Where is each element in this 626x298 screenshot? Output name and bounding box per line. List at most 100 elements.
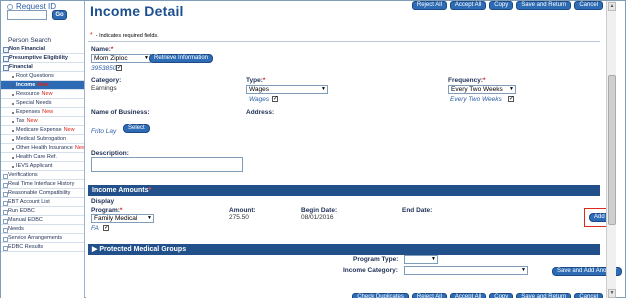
income-category-select[interactable]: ▼: [404, 266, 528, 275]
sidebar-item-label: EDBC Results: [8, 244, 44, 250]
protected-medical-groups-header[interactable]: ▶ Protected Medical Groups: [88, 244, 600, 255]
business-label: Name of Business:: [91, 109, 150, 116]
bottom-toolbar: Check Duplicates Reject All Accept All Copy…: [352, 293, 603, 298]
chevron-down-icon: ▼: [520, 267, 527, 274]
type-checkbox[interactable]: ✓: [272, 96, 278, 102]
sidebar-item-needs[interactable]: Needs: [1, 225, 84, 234]
sidebar-item-verifications[interactable]: Verifications: [1, 171, 84, 180]
scroll-down-icon[interactable]: ▼: [608, 289, 616, 298]
chevron-down-icon: ▼: [430, 256, 437, 263]
cancel-button[interactable]: Cancel: [574, 293, 603, 298]
description-textarea[interactable]: [91, 157, 243, 172]
sidebar-item-medical-subrogation[interactable]: Medical Subrogation: [1, 135, 84, 144]
sidebar-item-label: Service Arrangements: [8, 235, 63, 241]
sidebar-item-manual-edbc[interactable]: Manual EDBC: [1, 216, 84, 225]
category-label: Category:: [91, 77, 122, 84]
program-select[interactable]: Family Medical ▼: [91, 214, 154, 223]
reject-all-button[interactable]: Reject All: [411, 293, 447, 298]
income-category-label: Income Category:: [343, 267, 398, 274]
copy-button[interactable]: Copy: [489, 1, 514, 10]
sidebar-item-label: Root Questions: [16, 73, 54, 79]
sidebar-item-other-health-insurance[interactable]: Other Health Insurance New: [1, 144, 85, 153]
sidebar-item-non-financial[interactable]: Non Financial: [1, 45, 84, 54]
left-sidebar: Request ID Go Person Search Non Financia…: [1, 1, 85, 298]
retrieve-information-button[interactable]: Retrieve Information: [149, 54, 214, 63]
sidebar-item-label: Resource: [16, 91, 40, 97]
sidebar-item-label: IEVS Applicant: [16, 163, 53, 169]
sidebar-item-label: Special Needs: [16, 100, 52, 106]
accept-all-button[interactable]: Accept All: [449, 293, 487, 298]
sidebar-item-label: Verifications: [8, 172, 38, 178]
description-label: Description:: [91, 150, 129, 157]
name-select[interactable]: Mom Ziploc ▼: [91, 54, 151, 63]
sidebar-item-label: Reasonable Compatibility: [8, 190, 71, 196]
save-and-return-button[interactable]: Save and Return: [516, 293, 572, 298]
sidebar-item-income[interactable]: Income New: [1, 81, 84, 90]
amount-label: Amount:: [229, 207, 256, 214]
frequency-label: Frequency:*: [448, 77, 486, 84]
page-title: Income Detail: [90, 3, 184, 19]
program-checkbox[interactable]: ✓: [103, 225, 109, 231]
sidebar-item-special-needs[interactable]: Special Needs: [1, 99, 84, 108]
sidebar-item-label: Medical Subrogation: [16, 136, 67, 142]
sidebar-item-label: Income: [16, 82, 36, 88]
type-sub-value: Wages: [249, 96, 270, 103]
sidebar-item-medicare-expense[interactable]: Medicare Expense New: [1, 126, 84, 135]
sidebar-item-ievs-applicant[interactable]: IEVS Applicant: [1, 162, 84, 171]
sidebar-item-label: Tax: [16, 118, 25, 124]
radio-icon[interactable]: [7, 3, 13, 10]
scroll-up-icon[interactable]: ▲: [608, 2, 616, 11]
new-badge: New: [37, 82, 49, 88]
save-and-return-button[interactable]: Save and Return: [516, 1, 572, 10]
program-type-select[interactable]: ▼: [404, 255, 438, 264]
required-note: * - Indicates required fields.: [90, 32, 159, 39]
scroll-thumb[interactable]: [608, 75, 616, 225]
sidebar-item-reasonable-compatibility[interactable]: Reasonable Compatibility: [1, 189, 84, 198]
new-badge: New: [42, 109, 54, 115]
sidebar-item-run-edbc[interactable]: Run EDBC: [1, 207, 84, 216]
begin-date-value: 08/01/2016: [301, 214, 334, 221]
sidebar-nav: Non Financial Presumptive Eligibility Fina…: [1, 45, 85, 252]
sidebar-item-label: Non Financial: [9, 46, 46, 52]
expand-icon[interactable]: ▶: [92, 246, 97, 253]
sidebar-item-root-questions[interactable]: Root Questions: [1, 72, 84, 81]
sidebar-item-presumptive-eligibility[interactable]: Presumptive Eligibility: [1, 54, 84, 63]
sidebar-item-real-time-interface-history[interactable]: Real Time Interface History: [1, 180, 84, 189]
top-toolbar: Reject All Accept All Copy Save and Return C…: [411, 1, 603, 10]
sidebar-item-edbc-results[interactable]: EDBC Results: [1, 243, 84, 252]
type-label: Type:*: [246, 77, 266, 84]
go-button[interactable]: Go: [52, 10, 67, 20]
new-badge: New: [74, 145, 85, 151]
sidebar-item-expenses[interactable]: Expenses New: [1, 108, 84, 117]
copy-button[interactable]: Copy: [489, 293, 514, 298]
sidebar-item-label: EBT Account List: [8, 199, 50, 205]
check-duplicates-button[interactable]: Check Duplicates: [352, 293, 409, 298]
request-id-input[interactable]: [7, 10, 47, 20]
new-badge: New: [41, 91, 53, 97]
sidebar-item-health-care-ref[interactable]: Health Care Ref.: [1, 153, 84, 162]
sidebar-item-ebt-account-list[interactable]: EBT Account List: [1, 198, 84, 207]
select-business-button[interactable]: Select: [123, 124, 150, 133]
sidebar-item-resource[interactable]: Resource New: [1, 90, 84, 99]
case-checkbox[interactable]: ✓: [116, 65, 122, 71]
reject-all-button[interactable]: Reject All: [411, 1, 447, 10]
sidebar-item-label: Expenses: [16, 109, 41, 115]
cancel-button[interactable]: Cancel: [574, 1, 603, 10]
program-sub-value: FA: [91, 225, 99, 232]
sidebar-item-label: Manual EDBC: [8, 217, 43, 223]
address-label: Address:: [246, 109, 275, 116]
sidebar-item-label: Health Care Ref.: [16, 154, 57, 160]
sidebar-item-label: Needs: [8, 226, 24, 232]
person-search-link[interactable]: Person Search: [8, 37, 51, 44]
income-amounts-header: Income Amounts*: [88, 185, 600, 196]
vertical-scrollbar[interactable]: ▲ ▼: [606, 1, 616, 298]
case-number: 3953850: [91, 65, 117, 72]
sidebar-item-service-arrangements[interactable]: Service Arrangements: [1, 234, 84, 243]
sidebar-item-financial[interactable]: Financial: [1, 63, 84, 72]
type-select[interactable]: Wages ▼: [246, 85, 328, 94]
frequency-checkbox[interactable]: ✓: [508, 96, 514, 102]
sidebar-item-tax[interactable]: Tax New: [1, 117, 84, 126]
accept-all-button[interactable]: Accept All: [449, 1, 487, 10]
frequency-select[interactable]: Every Two Weeks ▼: [448, 85, 516, 94]
divider: [88, 41, 600, 42]
